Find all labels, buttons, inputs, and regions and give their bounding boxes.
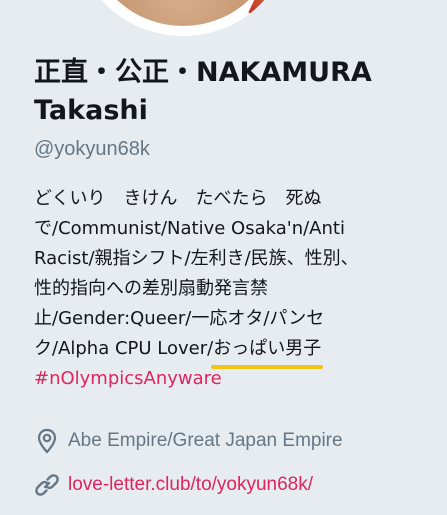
bio-line: 止/Gender:Queer/一応オタ/パンセ <box>34 308 325 329</box>
profile-location: Abe Empire/Great Japan Empire <box>34 428 343 454</box>
bio-line-prefix: ク/Alpha CPU Lover/ <box>34 338 214 359</box>
bio-line: で/Communist/Native Osaka'n/Anti <box>34 218 345 239</box>
avatar-accent <box>248 0 288 22</box>
profile-header: 正直・公正・NAKAMURA Takashi @yokyun68k どくいり き… <box>34 54 434 394</box>
user-handle: @yokyun68k <box>34 138 150 160</box>
display-name-line2: Takashi <box>34 95 148 126</box>
highlighted-phrase: おっぱい男子 <box>211 334 324 369</box>
profile-bio: どくいり きけん たべたら 死ぬ で/Communist/Native Osak… <box>34 184 409 394</box>
bio-line: Racist/親指シフト/左利き/民族、性別、 <box>34 248 359 269</box>
avatar[interactable] <box>78 0 288 36</box>
location-pin-icon <box>34 428 60 454</box>
location-text: Abe Empire/Great Japan Empire <box>68 430 343 451</box>
bio-line: ク/Alpha CPU Lover/おっぱい男子 <box>34 334 409 369</box>
bio-line: どくいり きけん たべたら 死ぬ <box>34 188 322 209</box>
link-icon <box>34 472 60 498</box>
display-name: 正直・公正・NAKAMURA Takashi <box>34 54 434 130</box>
profile-website[interactable]: love-letter.club/to/yokyun68k/ <box>34 472 313 498</box>
bio-line: 性的指向への差別扇動発言禁 <box>34 278 268 299</box>
website-link[interactable]: love-letter.club/to/yokyun68k/ <box>68 474 313 496</box>
display-name-line1: 正直・公正・NAKAMURA <box>34 57 372 88</box>
